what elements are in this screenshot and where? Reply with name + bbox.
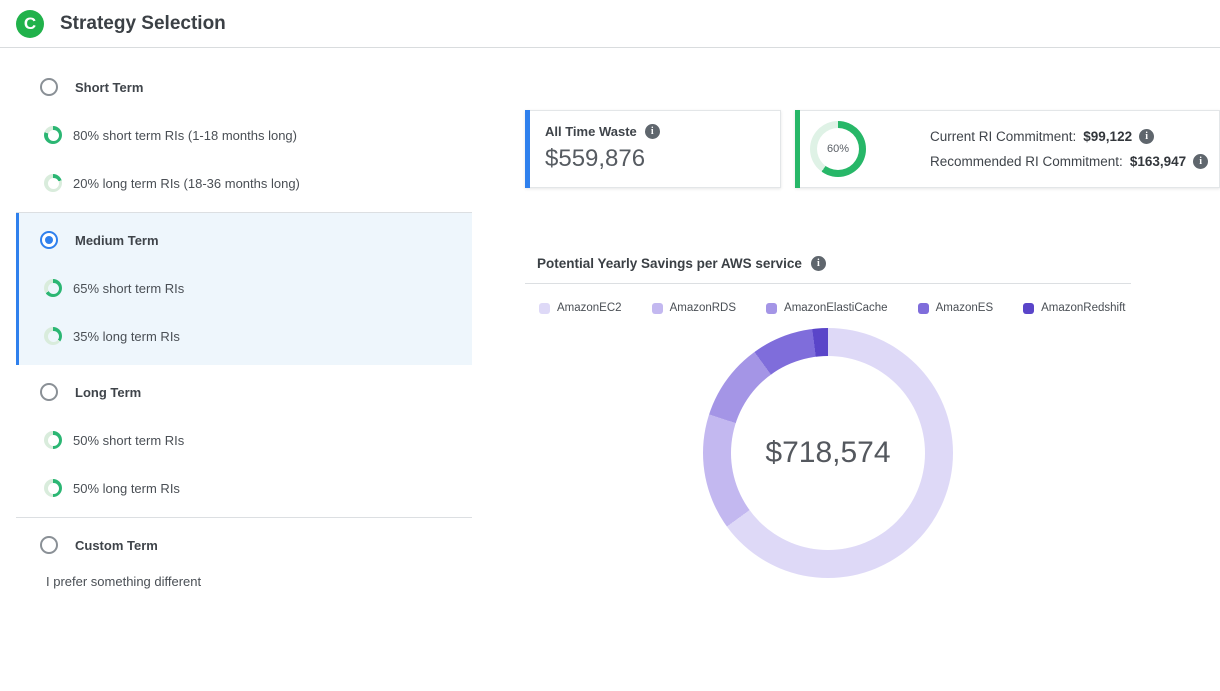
strategy-selection-page: C Strategy Selection Short Term 80% shor… <box>0 0 1220 691</box>
current-commitment-value: $99,122 <box>1083 129 1132 144</box>
radio-custom-term[interactable] <box>40 536 58 554</box>
strategy-option: 35% long term RIs <box>44 327 452 345</box>
strategy-long-term[interactable]: Long Term 50% short term RIs 50% long te… <box>16 365 472 517</box>
legend-item-amazonrds[interactable]: AmazonRDS <box>652 302 736 314</box>
all-time-waste-card: All Time Waste i $559,876 <box>525 110 781 188</box>
strategy-option: 80% short term RIs (1-18 months long) <box>44 126 452 144</box>
current-commitment-label: Current RI Commitment: <box>930 129 1076 144</box>
strategy-short-term-header[interactable]: Short Term <box>40 78 452 96</box>
chart-title: Potential Yearly Savings per AWS service <box>537 256 802 271</box>
app-logo-icon: C <box>16 10 44 38</box>
commitment-gauge-label: 60% <box>817 128 859 170</box>
savings-donut-chart: $718,574 <box>703 328 953 578</box>
option-label: 20% long term RIs (18-36 months long) <box>73 176 300 191</box>
radio-long-term[interactable] <box>40 383 58 401</box>
strategy-medium-term-header[interactable]: Medium Term <box>40 231 452 249</box>
donut-center: $718,574 <box>731 356 925 550</box>
progress-ring-icon <box>44 327 62 345</box>
strategy-short-term[interactable]: Short Term 80% short term RIs (1-18 mont… <box>16 60 472 212</box>
strategy-custom-term-header[interactable]: Custom Term <box>40 536 452 554</box>
current-commitment-line: Current RI Commitment: $99,122 i <box>930 129 1208 144</box>
recommended-commitment-value: $163,947 <box>1130 154 1186 169</box>
progress-ring-icon <box>44 479 62 497</box>
commitment-gauge: 60% <box>810 121 866 177</box>
radio-medium-term[interactable] <box>40 231 58 249</box>
legend-item-amazonredshift[interactable]: AmazonRedshift <box>1023 302 1125 314</box>
strategy-long-term-header[interactable]: Long Term <box>40 383 452 401</box>
card-accent-bar <box>795 110 800 188</box>
legend-dot <box>539 303 550 314</box>
strategy-medium-term[interactable]: Medium Term 65% short term RIs 35% long … <box>16 213 472 365</box>
info-icon[interactable]: i <box>645 124 660 139</box>
progress-ring-icon <box>44 174 62 192</box>
legend-item-amazones[interactable]: AmazonES <box>918 302 994 314</box>
divider <box>525 283 1131 284</box>
strategy-option: 50% long term RIs <box>44 479 452 497</box>
option-label: 50% short term RIs <box>73 433 184 448</box>
option-label: 80% short term RIs (1-18 months long) <box>73 128 297 143</box>
chart-legend: AmazonEC2 AmazonRDS AmazonElastiCache Am… <box>539 302 1131 314</box>
strategy-label: Custom Term <box>75 538 158 553</box>
savings-chart-panel: Potential Yearly Savings per AWS service… <box>525 250 1131 578</box>
strategy-panel: Short Term 80% short term RIs (1-18 mont… <box>16 60 472 609</box>
waste-card-value: $559,876 <box>545 145 764 173</box>
header: C Strategy Selection <box>0 0 1220 48</box>
option-label: 65% short term RIs <box>73 281 184 296</box>
option-label: 35% long term RIs <box>73 329 180 344</box>
waste-card-title: All Time Waste <box>545 124 637 139</box>
strategy-label: Medium Term <box>75 233 159 248</box>
info-icon[interactable]: i <box>1139 129 1154 144</box>
card-accent-bar <box>525 110 530 188</box>
donut-total-value: $718,574 <box>765 436 890 470</box>
strategy-label: Short Term <box>75 80 143 95</box>
legend-item-amazonec2[interactable]: AmazonEC2 <box>539 302 622 314</box>
strategy-custom-term[interactable]: Custom Term I prefer something different <box>16 518 472 609</box>
strategy-option: 65% short term RIs <box>44 279 452 297</box>
legend-dot <box>918 303 929 314</box>
progress-ring-icon <box>44 431 62 449</box>
strategy-option: 50% short term RIs <box>44 431 452 449</box>
option-label: 50% long term RIs <box>73 481 180 496</box>
strategy-option: 20% long term RIs (18-36 months long) <box>44 174 452 192</box>
info-icon[interactable]: i <box>1193 154 1208 169</box>
strategy-label: Long Term <box>75 385 141 400</box>
recommended-commitment-label: Recommended RI Commitment: <box>930 154 1123 169</box>
recommended-commitment-line: Recommended RI Commitment: $163,947 i <box>930 154 1208 169</box>
legend-item-amazonelasticache[interactable]: AmazonElastiCache <box>766 302 888 314</box>
custom-term-note: I prefer something different <box>46 574 452 589</box>
info-icon[interactable]: i <box>811 256 826 271</box>
legend-dot <box>1023 303 1034 314</box>
ri-commitment-card: 60% Current RI Commitment: $99,122 i Rec… <box>795 110 1220 188</box>
legend-dot <box>766 303 777 314</box>
progress-ring-icon <box>44 279 62 297</box>
radio-short-term[interactable] <box>40 78 58 96</box>
progress-ring-icon <box>44 126 62 144</box>
legend-dot <box>652 303 663 314</box>
page-title: Strategy Selection <box>60 13 226 35</box>
